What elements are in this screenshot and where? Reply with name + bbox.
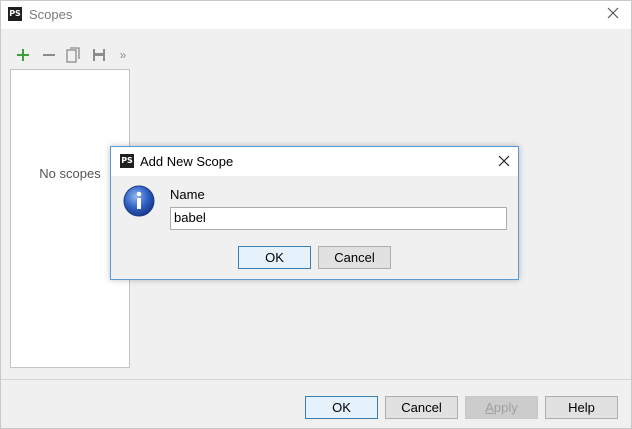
dialog-close-icon[interactable] (497, 154, 511, 168)
add-new-scope-dialog: PS Add New Scope Name babel OK Cancel (110, 146, 519, 280)
remove-scope-icon[interactable] (39, 45, 59, 65)
ok-button[interactable]: OK (305, 396, 378, 419)
name-label: Name (170, 187, 205, 202)
cancel-button[interactable]: Cancel (385, 396, 458, 419)
more-actions-icon[interactable]: » (113, 45, 133, 65)
window-close-icon[interactable] (605, 5, 621, 21)
scope-name-input[interactable]: babel (170, 207, 507, 230)
dialog-ok-button[interactable]: OK (238, 246, 311, 269)
dialog-cancel-button[interactable]: Cancel (318, 246, 391, 269)
dialog-app-icon: PS (120, 154, 134, 168)
save-scope-icon[interactable] (89, 45, 109, 65)
add-scope-icon[interactable] (13, 45, 33, 65)
window-titlebar: PS Scopes (1, 1, 631, 29)
help-button[interactable]: Help (545, 396, 618, 419)
dialog-title: Add New Scope (140, 154, 234, 169)
information-icon (123, 185, 155, 217)
apply-mnemonic: A (485, 400, 494, 415)
window-title: Scopes (29, 7, 73, 22)
scopes-toolbar: » (11, 45, 141, 67)
footer-divider (1, 379, 631, 380)
apply-label-rest: pply (493, 400, 518, 415)
phpstorm-app-icon: PS (8, 7, 22, 21)
apply-button[interactable]: Apply (465, 396, 538, 419)
copy-scope-icon[interactable] (63, 45, 83, 65)
dialog-titlebar: PS Add New Scope (111, 147, 518, 176)
